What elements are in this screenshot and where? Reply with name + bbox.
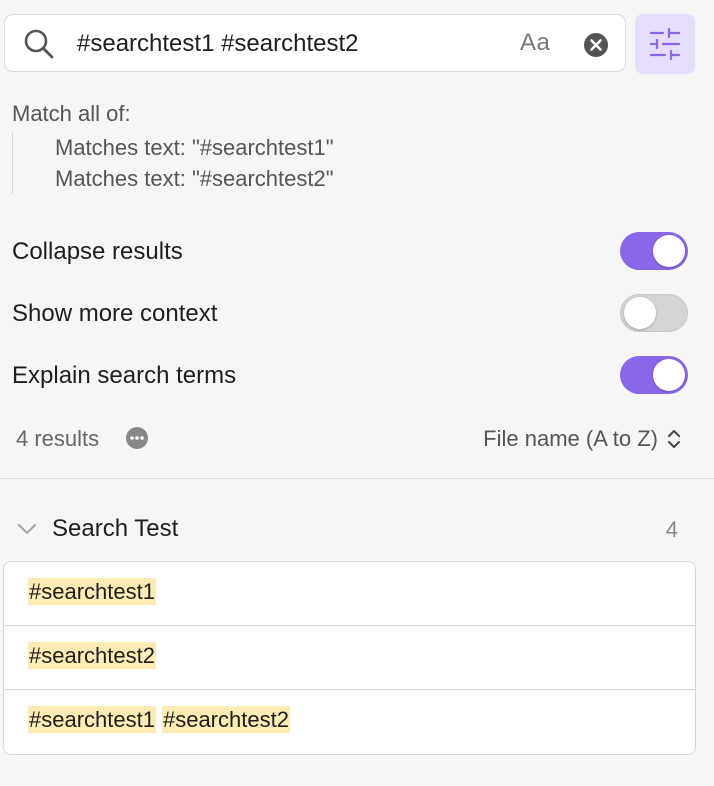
search-explanation: Match all of: Matches text: "#searchtest… bbox=[12, 100, 612, 194]
divider bbox=[0, 478, 714, 479]
setting-explain-search-terms: Explain search terms bbox=[12, 356, 688, 396]
result-file-title[interactable]: Search Test bbox=[52, 515, 178, 543]
clear-search-icon[interactable] bbox=[583, 32, 609, 58]
match-highlight: #searchtest2 bbox=[161, 706, 290, 733]
collapse-results-toggle[interactable] bbox=[620, 232, 688, 270]
explanation-title: Match all of: bbox=[12, 101, 131, 126]
search-panel: Aa bbox=[0, 0, 714, 786]
search-match[interactable]: #searchtest1 #searchtest2 bbox=[4, 690, 695, 754]
results-header: 4 results File name (A to Z) bbox=[16, 424, 682, 454]
search-box[interactable]: Aa bbox=[4, 14, 626, 72]
explain-search-terms-toggle[interactable] bbox=[620, 356, 688, 394]
chevron-down-icon[interactable] bbox=[16, 520, 38, 538]
search-match[interactable]: #searchtest1 bbox=[4, 562, 695, 626]
result-match-count: 4 bbox=[665, 517, 678, 542]
match-case-icon[interactable]: Aa bbox=[520, 29, 550, 57]
toggle-knob bbox=[624, 297, 656, 329]
sort-order-select[interactable]: File name (A to Z) bbox=[483, 426, 658, 452]
match-highlight: #searchtest1 bbox=[28, 706, 156, 733]
sliders-icon bbox=[649, 28, 681, 60]
toggle-knob bbox=[653, 359, 685, 391]
search-settings-button[interactable] bbox=[635, 14, 695, 74]
result-group-header[interactable]: Search Test 4 bbox=[16, 512, 682, 548]
search-row: Aa bbox=[4, 14, 708, 74]
search-icon bbox=[24, 29, 54, 59]
setting-label: Show more context bbox=[12, 300, 218, 327]
search-match[interactable]: #searchtest2 bbox=[4, 626, 695, 690]
match-highlight: #searchtest2 bbox=[28, 642, 156, 669]
setting-label: Explain search terms bbox=[12, 362, 237, 389]
explanation-item: Matches text: "#searchtest1" bbox=[55, 135, 334, 160]
setting-show-more-context: Show more context bbox=[12, 294, 688, 334]
search-matches: #searchtest1 #searchtest2 #searchtest1 #s… bbox=[3, 561, 696, 755]
search-input[interactable] bbox=[77, 24, 497, 64]
chevron-up-down-icon[interactable] bbox=[666, 428, 682, 450]
show-more-context-toggle[interactable] bbox=[620, 294, 688, 332]
explanation-item: Matches text: "#searchtest2" bbox=[55, 166, 334, 191]
match-highlight: #searchtest1 bbox=[28, 578, 156, 605]
explanation-list: Matches text: "#searchtest1" Matches tex… bbox=[12, 132, 612, 194]
setting-label: Collapse results bbox=[12, 238, 183, 265]
toggle-knob bbox=[653, 235, 685, 267]
setting-collapse-results: Collapse results bbox=[12, 232, 688, 272]
results-count: 4 results bbox=[16, 426, 100, 451]
more-options-icon[interactable] bbox=[126, 427, 148, 449]
